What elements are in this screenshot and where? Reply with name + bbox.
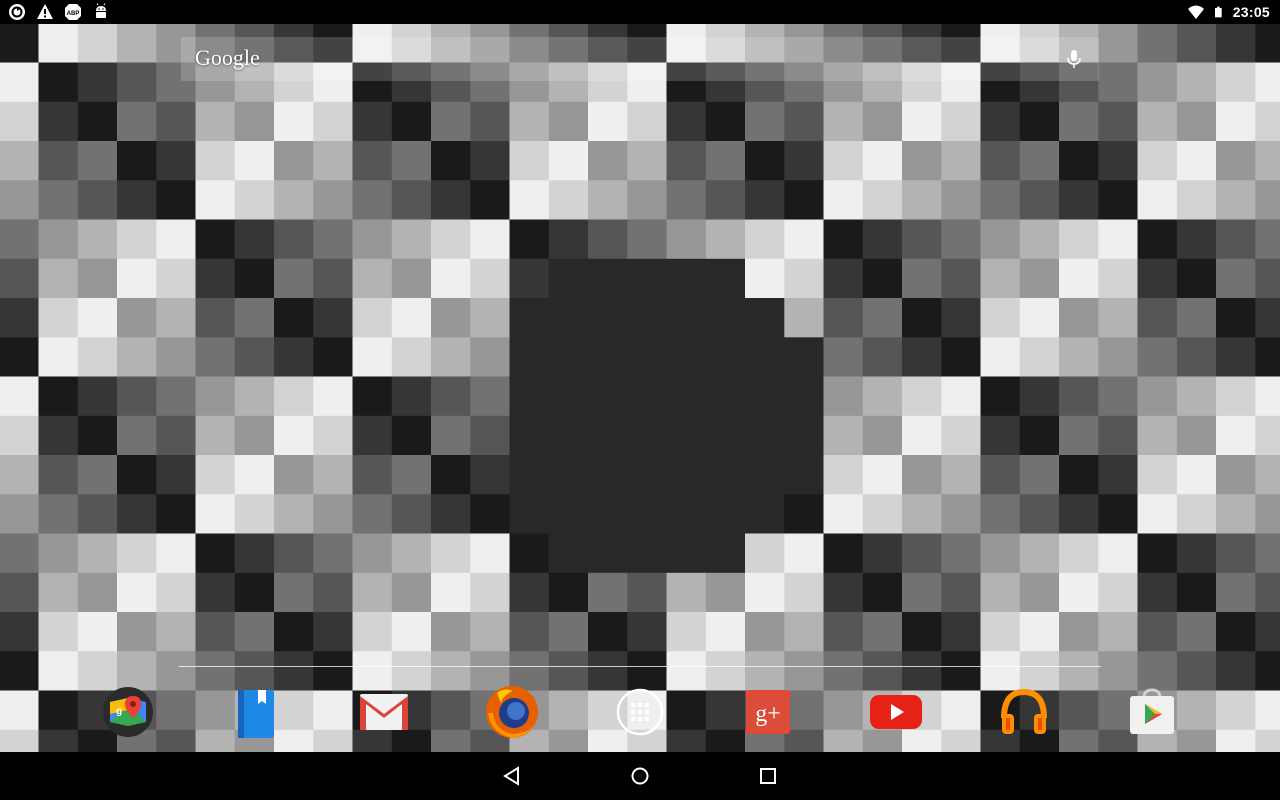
home-button[interactable] [610,756,670,796]
books-app[interactable] [226,682,286,742]
adblock-icon: ABP [65,4,81,20]
maps-icon: g [103,687,153,737]
play-store-app[interactable] [1122,682,1182,742]
app-drawer-button[interactable] [610,682,670,742]
recents-button[interactable] [738,756,798,796]
warning-icon [37,4,53,19]
dock: g g+ [0,676,1280,748]
navigation-bar [0,752,1280,800]
gmail-icon [360,694,408,730]
status-bar: ABP 23:05 [0,0,1280,24]
back-button[interactable] [482,756,542,796]
app-drawer-icon [616,688,664,736]
google-logo[interactable]: Google [195,45,260,71]
gmail-app[interactable] [354,682,414,742]
wallpaper [0,24,1280,752]
youtube-app[interactable] [866,682,926,742]
status-clock: 23:05 [1232,4,1270,20]
headphones-icon [1001,688,1047,734]
play-music-app[interactable] [994,682,1054,742]
mic-icon[interactable] [1063,48,1085,70]
play-store-icon [1130,688,1174,734]
back-icon [503,766,519,786]
google-plus-icon: g+ [746,690,790,734]
youtube-icon [870,695,922,729]
recents-icon [760,768,776,784]
battery-icon [1214,6,1222,18]
android-debug-icon [96,3,106,18]
svg-text:g: g [116,706,122,717]
firefox-app[interactable] [482,682,542,742]
sync-icon [9,4,25,20]
wifi-icon [1187,5,1204,19]
firefox-icon [486,686,538,738]
svg-text:ABP: ABP [67,11,80,17]
books-icon [238,690,274,738]
google-plus-label: g+ [755,701,781,727]
maps-app[interactable]: g [98,682,158,742]
home-icon [631,767,649,785]
dock-divider [179,666,1101,667]
google-plus-app[interactable]: g+ [738,682,798,742]
google-search-bar[interactable]: Google [181,37,1099,81]
